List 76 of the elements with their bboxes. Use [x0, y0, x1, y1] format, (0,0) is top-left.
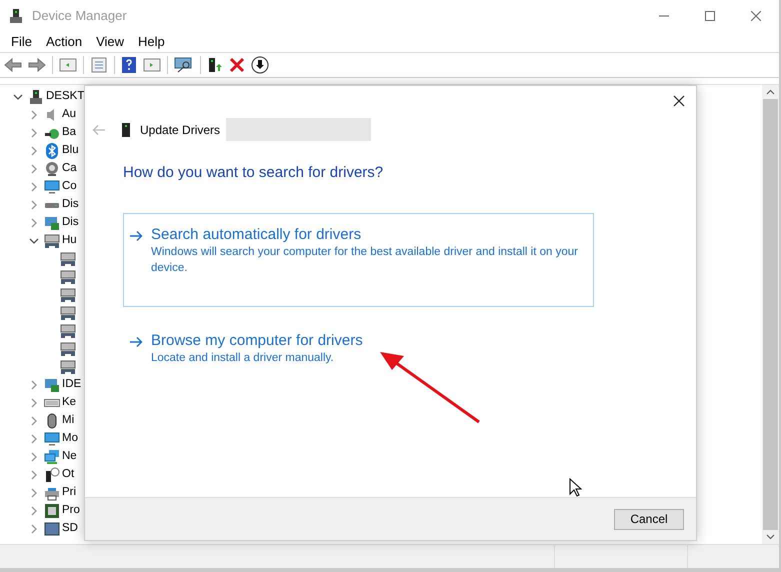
tree-item[interactable]: IDE [62, 376, 82, 394]
vertical-scrollbar[interactable] [762, 85, 779, 544]
tree-item[interactable]: Au [62, 106, 76, 124]
option-title: Browse my computer for drivers [151, 330, 363, 350]
tree-item[interactable]: Ke [62, 394, 76, 412]
tree-item[interactable]: Co [62, 178, 77, 196]
close-icon [673, 95, 685, 107]
console-tree-icon[interactable] [59, 57, 77, 73]
scan-monitor-icon[interactable] [174, 57, 194, 73]
sd-host-icon [44, 521, 60, 537]
maximize-icon [705, 11, 715, 21]
tree-item[interactable]: Mo [62, 430, 78, 448]
game-controller-icon [60, 323, 76, 339]
option-description: Locate and install a driver manually. [151, 350, 335, 366]
device-icon [122, 122, 130, 136]
game-controller-icon [60, 341, 76, 357]
back-arrow-icon[interactable] [4, 57, 22, 73]
game-controller-icon [60, 305, 76, 321]
update-driver-icon[interactable] [207, 57, 223, 73]
driver-option[interactable]: Browse my computer for drivers Locate and install a driver manually. [123, 318, 594, 380]
forward-arrow-icon[interactable] [28, 57, 46, 73]
device-manager-icon [8, 8, 24, 24]
tree-item[interactable]: Hu [62, 232, 77, 250]
menu-item[interactable]: Action [38, 32, 90, 52]
option-description: Windows will search your computer for the best available driver and install it on your device. [151, 244, 579, 276]
game-controller-icon [60, 269, 76, 285]
help-icon[interactable] [121, 57, 137, 73]
tree-item[interactable]: Ca [62, 160, 77, 178]
menu-item[interactable]: File [4, 32, 39, 52]
network-icon [44, 449, 60, 465]
tree-item[interactable]: Dis [62, 196, 79, 214]
tree-item[interactable]: Ba [62, 124, 76, 142]
adapter-card-icon [44, 377, 60, 393]
tree-item[interactable]: Mi [62, 412, 74, 430]
computer-icon [28, 89, 44, 105]
tree-item[interactable]: DESKT [46, 88, 84, 106]
scroll-down-icon[interactable] [766, 534, 775, 540]
menu-item[interactable]: Help [131, 32, 172, 52]
dialog-question: How do you want to search for drivers? [123, 163, 384, 183]
properties-icon[interactable] [90, 57, 108, 73]
processor-icon [44, 503, 60, 519]
dialog-title: Update Drivers [140, 122, 220, 138]
right-arrow-icon [129, 230, 143, 242]
tree-item[interactable]: Ne [62, 448, 77, 466]
window-title: Device Manager [32, 7, 127, 26]
cancel-button[interactable]: Cancel [614, 508, 684, 530]
game-controller-icon [44, 233, 60, 249]
game-controller-icon [60, 287, 76, 303]
scroll-up-icon[interactable] [766, 89, 775, 95]
adapter-card-icon [44, 215, 60, 231]
option-title: Search automatically for drivers [151, 224, 362, 244]
menu-item[interactable]: View [89, 32, 132, 52]
action-pane-icon[interactable] [143, 57, 161, 73]
back-arrow-icon[interactable] [92, 124, 106, 136]
mouse-cursor-icon [569, 478, 582, 497]
tree-item[interactable]: Ot [62, 466, 74, 484]
tree-item[interactable]: SD [62, 520, 78, 538]
tree-item[interactable]: Dis [62, 214, 79, 232]
tree-item[interactable]: Pro [62, 502, 80, 520]
uninstall-x-icon[interactable] [229, 57, 245, 73]
webcam-icon [44, 161, 60, 177]
scrollbar-thumb[interactable] [763, 99, 778, 530]
game-controller-icon [60, 251, 76, 267]
tree-item[interactable]: Pri [62, 484, 76, 502]
game-controller-icon [60, 359, 76, 375]
right-arrow-icon [129, 336, 143, 348]
download-circle-icon[interactable] [251, 56, 269, 74]
close-icon [751, 11, 761, 21]
printer-icon [44, 485, 60, 501]
tree-item[interactable]: Blu [62, 142, 79, 160]
unknown-device-icon [44, 467, 60, 483]
driver-option[interactable]: Search automatically for drivers Windows will search your computer for the best available driver and install it on your device. [123, 212, 594, 306]
monitor-icon [44, 431, 60, 447]
close-button[interactable] [672, 94, 686, 108]
bluetooth-icon [44, 143, 60, 159]
monitor-icon [44, 179, 60, 195]
